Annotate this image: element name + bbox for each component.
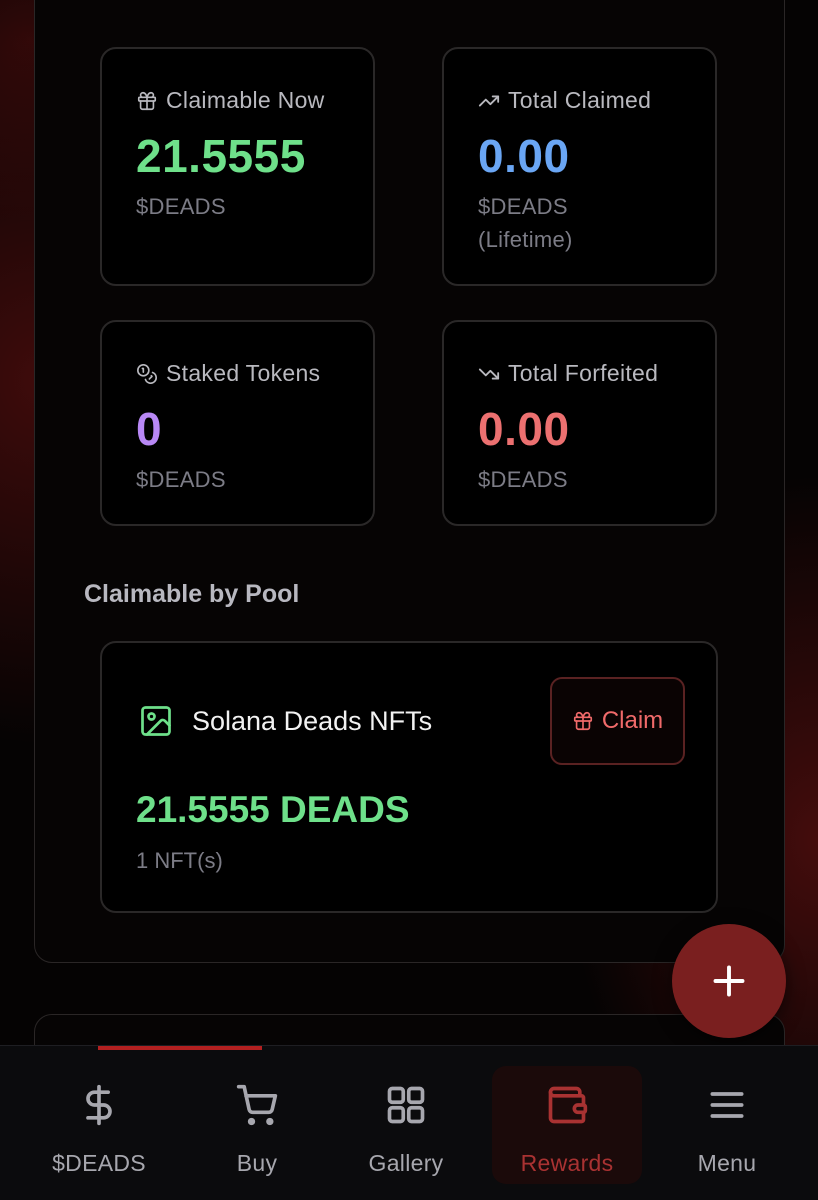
stat-value: 21.5555 — [136, 130, 306, 182]
stat-card-staked: Staked Tokens 0 $DEADS — [100, 320, 375, 526]
gift-icon — [137, 91, 157, 110]
stat-label: Claimable Now — [166, 87, 325, 113]
stat-label: Staked Tokens — [166, 360, 321, 386]
pool-nft-count: 1 NFT(s) — [136, 848, 223, 873]
coins-icon — [137, 363, 157, 384]
tab-gallery[interactable]: Gallery — [331, 1066, 481, 1184]
stat-unit: $DEADS — [136, 467, 226, 492]
pool-amount: 21.5555 DEADS — [136, 789, 410, 830]
menu-icon — [710, 1092, 744, 1118]
tab-deads[interactable]: $DEADS — [24, 1066, 174, 1184]
tab-rewards[interactable]: Rewards — [492, 1066, 642, 1184]
tab-buy[interactable]: Buy — [182, 1066, 332, 1184]
tab-label: Buy — [236, 1150, 278, 1176]
stat-unit: $DEADS — [478, 194, 568, 219]
plus-icon — [713, 965, 745, 997]
stat-label: Total Claimed — [508, 87, 652, 113]
stat-value: 0 — [136, 403, 163, 455]
trending-up-icon — [478, 95, 500, 106]
claim-button-label: Claim — [601, 707, 664, 734]
dollar-icon — [86, 1084, 112, 1126]
stat-unit-note: (Lifetime) — [478, 227, 573, 252]
pool-name: Solana Deads NFTs — [192, 705, 433, 736]
pool-card: Solana Deads NFTs Claim 21.5555 DEADS 1 … — [100, 641, 718, 913]
bottom-tab-bar: $DEADS Buy Gallery Rewards Menu — [0, 1045, 818, 1200]
tab-label: Menu — [697, 1150, 757, 1176]
add-fab-button[interactable] — [672, 924, 786, 1038]
tab-indicator — [98, 1046, 262, 1050]
image-icon — [141, 706, 171, 736]
wallet-icon — [548, 1086, 588, 1124]
stat-value: 0.00 — [478, 130, 570, 182]
tab-menu[interactable]: Menu — [652, 1066, 802, 1184]
stat-unit: $DEADS — [136, 194, 226, 219]
claim-button[interactable]: Claim — [550, 677, 685, 765]
grid-icon — [387, 1086, 425, 1124]
section-title-claimable-by-pool: Claimable by Pool — [84, 580, 300, 608]
stat-label: Total Forfeited — [508, 360, 659, 386]
stat-card-total-claimed: Total Claimed 0.00 $DEADS (Lifetime) — [442, 47, 717, 286]
stat-card-claimable: Claimable Now 21.5555 $DEADS — [100, 47, 375, 286]
stat-value: 0.00 — [478, 403, 570, 455]
tab-label: Rewards — [520, 1150, 614, 1176]
tab-label: $DEADS — [52, 1150, 146, 1176]
stat-unit: $DEADS — [478, 467, 568, 492]
cart-icon — [236, 1084, 278, 1126]
trending-down-icon — [478, 368, 500, 379]
gift-icon — [573, 711, 592, 731]
tab-label: Gallery — [368, 1150, 444, 1176]
stat-card-forfeited: Total Forfeited 0.00 $DEADS — [442, 320, 717, 526]
